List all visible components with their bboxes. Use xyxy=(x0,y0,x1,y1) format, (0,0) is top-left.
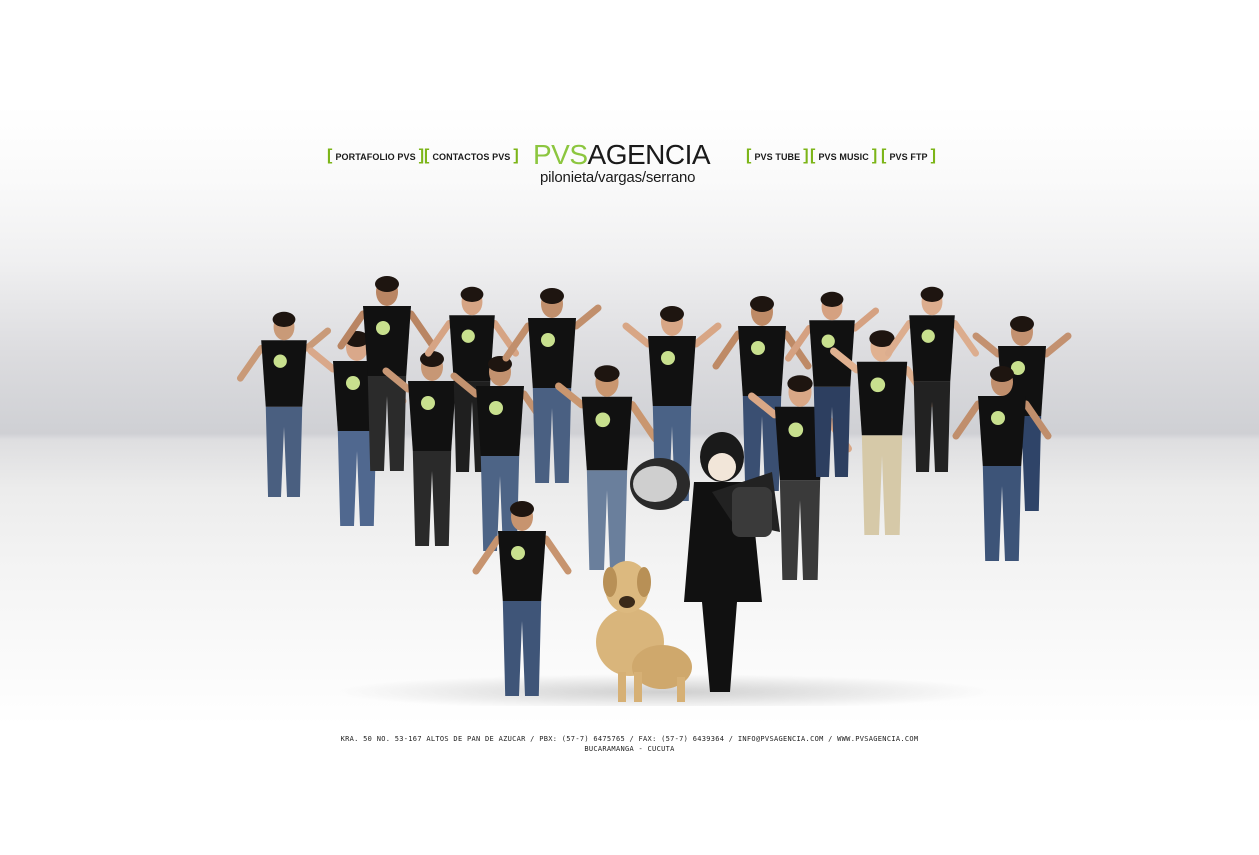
nav-label: PVS TUBE xyxy=(754,152,801,162)
nav-link-pvs-ftp[interactable]: [ PVS FTP ] xyxy=(881,148,936,166)
bracket-close: ] xyxy=(930,147,937,164)
nav-label: CONTACTOS PVS xyxy=(432,152,511,162)
team-member-figure xyxy=(236,311,332,498)
nav-link-pvs-tube[interactable]: [ PVS TUBE ] xyxy=(746,148,809,166)
nav-label: PVS FTP xyxy=(889,152,928,162)
footer-cities: BUCARAMANGA - CUCUTA xyxy=(584,745,675,753)
pvs-agencia-logo[interactable]: PVSAGENCIA pilonieta/vargas/serrano xyxy=(533,140,733,190)
nav-label: PORTAFOLIO PVS xyxy=(335,152,416,162)
team-member-figure xyxy=(502,288,602,483)
bracket-close: ] xyxy=(513,147,519,164)
team-group-photo xyxy=(236,276,1072,706)
bracket-close: ] xyxy=(803,147,809,164)
logo-wordmark: PVSAGENCIA xyxy=(533,139,711,170)
page: [ PORTAFOLIO PVS ] [ CONTACTOS PVS ] PVS… xyxy=(0,0,1259,855)
nav-link-pvs-music[interactable]: [ PVS MUSIC ] xyxy=(810,148,877,166)
nav-link-portafolio[interactable]: [ PORTAFOLIO PVS ] xyxy=(327,148,424,166)
nav-label: PVS MUSIC xyxy=(818,152,869,162)
logo-subtitle: pilonieta/vargas/serrano xyxy=(540,169,696,186)
bracket-close: ] xyxy=(871,147,878,164)
nav-link-contactos[interactable]: [ CONTACTOS PVS ] xyxy=(424,148,519,166)
footer-address: KRA. 50 NO. 53-167 ALTOS DE PAN DE AZUCA… xyxy=(340,735,919,743)
logo-pvs: PVS xyxy=(533,139,588,170)
logo-agencia: AGENCIA xyxy=(587,139,711,170)
